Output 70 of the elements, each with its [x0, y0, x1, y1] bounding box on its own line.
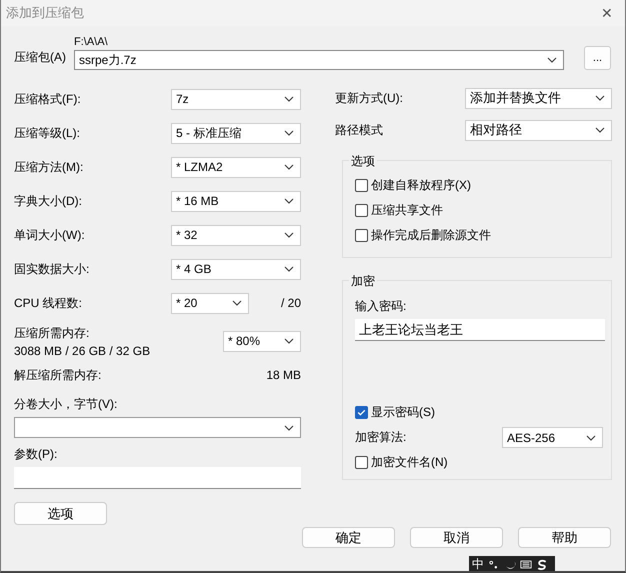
archive-path: F:\A\A\ — [74, 36, 109, 48]
field-label: 字典大小(D): — [14, 192, 83, 210]
volume-label: 分卷大小，字节(V): — [14, 396, 118, 413]
checkbox-box[interactable] — [355, 179, 368, 192]
checkbox[interactable]: 压缩共享文件 — [355, 202, 603, 219]
dropdown[interactable]: * 80% — [223, 330, 301, 352]
dropdown[interactable]: * 20 — [171, 292, 249, 314]
field-label: 固实数据大小: — [14, 260, 90, 278]
volume-combo[interactable] — [14, 417, 301, 438]
field-label: 压缩等级(L): — [14, 124, 81, 142]
memory-value: 18 MB — [266, 368, 301, 382]
password-field[interactable]: 上老王论坛当老王 — [355, 319, 605, 341]
parameters-label: 参数(P): — [14, 446, 58, 463]
field-label: 单词大小(W): — [14, 226, 86, 244]
chevron-icon — [284, 266, 294, 272]
dialog-button[interactable]: 帮助 — [518, 527, 611, 548]
field-label: 解压缩所需内存: — [14, 366, 102, 384]
field-label: 压缩方法(M): — [14, 158, 84, 176]
dropdown[interactable]: 添加并替换文件 — [465, 88, 612, 108]
chevron-icon — [547, 57, 557, 63]
chevron-icon — [586, 434, 596, 440]
checkbox[interactable]: 创建自释放程序(X) — [355, 177, 603, 194]
chevron-icon — [284, 130, 294, 136]
window-title: 添加到压缩包 — [6, 4, 84, 22]
dialog-button[interactable]: 取消 — [410, 527, 503, 548]
dropdown[interactable]: * 4 GB — [171, 258, 301, 280]
dropdown[interactable]: 相对路径 — [465, 120, 612, 140]
field-label: 更新方式(U): — [335, 90, 403, 106]
checkbox[interactable]: 加密文件名(N) — [355, 454, 603, 471]
dropdown[interactable]: * LZMA2 — [171, 156, 301, 178]
checkbox[interactable]: 操作完成后删除源文件 — [355, 227, 603, 244]
options-button[interactable]: 选项 — [14, 502, 107, 525]
dropdown[interactable]: * 32 — [171, 224, 301, 246]
archive-label: 压缩包(A) — [14, 49, 67, 66]
field-label: 压缩所需内存: — [14, 324, 90, 342]
chevron-icon — [284, 424, 294, 430]
close-button[interactable]: ✕ — [595, 5, 619, 21]
ime-mode[interactable]: 中 — [472, 556, 484, 571]
checkbox-box[interactable] — [355, 456, 368, 469]
parameters-field[interactable] — [14, 467, 301, 489]
chevron-icon — [284, 232, 294, 238]
dropdown[interactable]: 7z — [171, 88, 301, 110]
method-label: 加密算法: — [355, 429, 406, 446]
password-label: 输入密码: — [355, 298, 408, 315]
field-label: CPU 线程数: — [14, 294, 84, 312]
chevron-icon — [595, 95, 605, 101]
field-label: 压缩格式(F): — [14, 90, 82, 108]
archive-combo[interactable]: ssrpe力.7z — [74, 50, 564, 70]
checkbox-box[interactable] — [355, 406, 368, 419]
browse-button[interactable]: ... — [584, 46, 611, 70]
dropdown[interactable]: AES-256 — [502, 427, 603, 448]
dropdown[interactable]: 5 - 标准压缩 — [171, 122, 301, 144]
checkbox-box[interactable] — [355, 229, 368, 242]
keyboard-icon[interactable] — [520, 559, 532, 570]
chevron-icon — [595, 127, 605, 133]
group-title: 选项 — [349, 153, 377, 170]
chevron-icon — [232, 300, 242, 306]
checkbox-box[interactable] — [355, 204, 368, 217]
memory-usage: 3088 MB / 26 GB / 32 GB — [14, 344, 150, 358]
s-logo-icon[interactable] — [536, 559, 548, 570]
punctuation-icon[interactable] — [488, 559, 500, 570]
dialog-button[interactable]: 确定 — [302, 527, 395, 548]
thread-total: / 20 — [280, 296, 301, 310]
field-label: 路径模式 — [335, 122, 383, 138]
checkbox[interactable]: 显示密码(S) — [355, 404, 603, 421]
chevron-icon — [284, 96, 294, 102]
chevron-icon — [284, 338, 294, 344]
chevron-icon — [284, 198, 294, 204]
chevron-icon — [284, 164, 294, 170]
dropdown[interactable]: * 16 MB — [171, 190, 301, 212]
